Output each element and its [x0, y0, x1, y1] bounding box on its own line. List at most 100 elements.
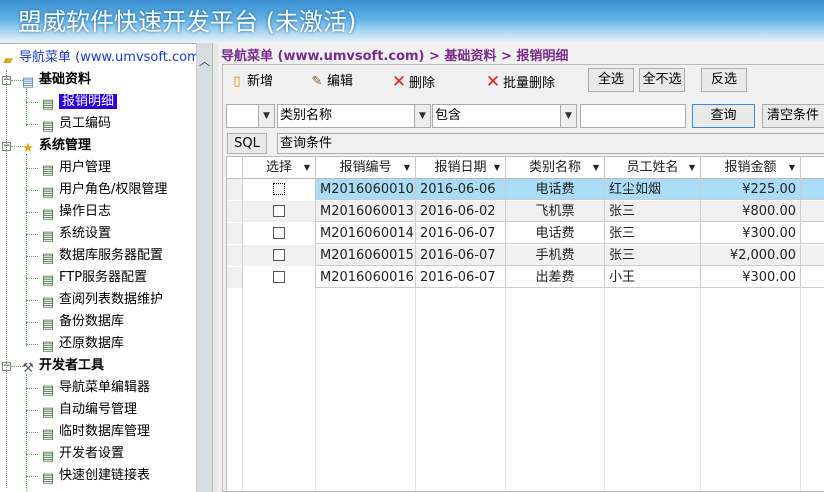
row-header[interactable] [227, 223, 243, 244]
tree-item[interactable]: ▤ 快速创建链接表 [40, 466, 150, 486]
add-label: 新增 [247, 74, 274, 89]
select-cell[interactable] [243, 179, 316, 200]
sql-button[interactable]: SQL [227, 133, 267, 154]
filter-dropdown-icon[interactable]: ▼ [404, 157, 410, 179]
column-header-label: 类别名称 [528, 160, 581, 175]
cell-category: 飞机票 [506, 201, 605, 222]
star-icon: ★ [22, 141, 34, 156]
query-condition-field[interactable]: 查询条件 [277, 133, 824, 154]
menu-item-icon: ▤ [41, 185, 55, 200]
column-header[interactable]: 报销编号 ▼ [316, 157, 416, 179]
filter-dropdown-icon[interactable]: ▼ [304, 157, 310, 179]
chevron-down-icon[interactable]: ▼ [560, 105, 576, 127]
column-header[interactable]: 报销金额 ▼ [701, 157, 801, 179]
new-doc-icon: ▯ [233, 74, 241, 89]
clear-conditions-button[interactable]: 清空条件 [762, 104, 824, 128]
filter-dropdown-icon[interactable]: ▼ [593, 157, 599, 179]
select-cell[interactable] [243, 245, 316, 266]
tree-item[interactable]: ▤ 自动编号管理 [40, 400, 137, 420]
cell-amount: ¥300.00 [701, 267, 801, 288]
row-header[interactable] [227, 201, 243, 222]
delete-x-icon: ✕ [485, 72, 501, 92]
table-row[interactable]: M2016060016 2016-06-07 出差费 小王 ¥300.00 [227, 267, 824, 288]
edit-button[interactable]: ✎ 编辑 [309, 71, 353, 93]
filter-dropdown-icon[interactable]: ▼ [689, 157, 695, 179]
column-header[interactable]: 类别名称 ▼ [506, 157, 605, 179]
tools-icon: ⚒ [22, 361, 34, 376]
add-button[interactable]: ▯ 新增 [229, 71, 273, 93]
column-header-label: 报销日期 [434, 160, 487, 175]
column-header[interactable]: 报销日期 ▼ [416, 157, 506, 179]
tree-item[interactable]: ▤ 还原数据库 [40, 334, 124, 354]
cell-category: 出差费 [506, 267, 605, 288]
tree-group[interactable]: ★ 系统管理 [20, 136, 91, 156]
filter-dropdown-icon[interactable]: ▼ [494, 157, 500, 179]
row-header[interactable] [227, 267, 243, 288]
row-checkbox[interactable] [273, 183, 285, 195]
menu-item-icon: ▤ [41, 207, 55, 222]
table-row[interactable]: M2016060010 2016-06-06 电话费 红尘如烟 ¥225.00 [227, 179, 824, 200]
table-row[interactable]: M2016060015 2016-06-07 手机费 张三 ¥2,000.00 [227, 245, 824, 266]
row-checkbox[interactable] [273, 249, 285, 261]
select-none-button[interactable]: 全不选 [639, 68, 685, 92]
column-header-label: 报销编号 [339, 160, 392, 175]
batch-delete-button[interactable]: ✕ 批量删除 [485, 71, 555, 93]
scroll-up-icon[interactable]: ︿ [199, 53, 210, 69]
tree-item[interactable]: ▤ 系统设置 [40, 224, 111, 244]
tree-item[interactable]: ▤ 导航菜单编辑器 [40, 378, 150, 398]
query-button[interactable]: 查询 [692, 104, 755, 128]
chevron-down-icon[interactable]: ▼ [414, 105, 430, 127]
tree-item-label: 用户管理 [59, 160, 112, 175]
logic-select[interactable]: ▼ [226, 104, 275, 128]
tree-item-label: 导航菜单编辑器 [59, 380, 151, 395]
tree-item-label: 临时数据库管理 [59, 424, 151, 439]
row-checkbox[interactable] [273, 205, 285, 217]
filter-dropdown-icon[interactable]: ▼ [789, 157, 795, 179]
menu-item-icon: ▤ [41, 471, 55, 486]
select-cell[interactable] [243, 267, 316, 288]
row-header[interactable] [227, 179, 243, 200]
tree-item[interactable]: ▤ 查阅列表数据维护 [40, 290, 163, 310]
group-label: 系统管理 [39, 138, 92, 153]
table-row[interactable]: M2016060013 2016-06-02 飞机票 张三 ¥800.00 [227, 201, 824, 222]
chevron-down-icon[interactable]: ▼ [258, 105, 274, 127]
tree-group[interactable]: ▤ 基础资料 [20, 70, 91, 90]
row-header[interactable] [227, 245, 243, 266]
tree-item[interactable]: ▤ 操作日志 [40, 202, 111, 222]
filter-value-input[interactable] [580, 104, 686, 128]
tree-group[interactable]: ⚒ 开发者工具 [20, 356, 104, 376]
breadcrumb: 导航菜单 (www.umvsoft.com) > 基础资料 > 报销明细 [221, 49, 569, 64]
nav-root[interactable]: ▰ 导航菜单 (www.umvsoft.com) [0, 48, 196, 68]
cell-amount: ¥225.00 [701, 179, 801, 200]
select-cell[interactable] [243, 201, 316, 222]
tree-item[interactable]: ▤ 用户管理 [40, 158, 111, 178]
tree-item-label: 开发者设置 [59, 446, 125, 461]
tree-item[interactable]: ▤ 用户角色/权限管理 [40, 180, 168, 200]
tree-item[interactable]: ▤ 备份数据库 [40, 312, 124, 332]
table-row[interactable]: M2016060014 2016-06-07 电话费 张三 ¥300.00 [227, 223, 824, 244]
menu-item-icon: ▤ [41, 383, 55, 398]
group-label: 开发者工具 [39, 358, 105, 373]
tree-item[interactable]: ▤ FTP服务器配置 [40, 268, 147, 288]
folder-icon: ▰ [3, 53, 13, 68]
invert-selection-button[interactable]: 反选 [701, 68, 747, 92]
delete-button[interactable]: ✕ 删除 [391, 71, 435, 93]
tree-item[interactable]: ▤ 临时数据库管理 [40, 422, 150, 442]
splitter[interactable] [212, 43, 218, 492]
cell-date: 2016-06-07 [416, 245, 506, 266]
field-select[interactable]: 类别名称 ▼ [277, 104, 431, 128]
select-cell[interactable] [243, 223, 316, 244]
grid-corner[interactable] [227, 157, 243, 179]
row-checkbox[interactable] [273, 271, 285, 283]
row-checkbox[interactable] [273, 227, 285, 239]
select-all-button[interactable]: 全选 [588, 68, 634, 92]
operator-select[interactable]: 包含 ▼ [432, 104, 577, 128]
tree-item[interactable]: ▤ 数据库服务器配置 [40, 246, 163, 266]
tree-item[interactable]: ▤ 员工编码 [40, 114, 111, 134]
tree-item[interactable]: ▤ 报销明细 [40, 92, 118, 112]
tree-item[interactable]: ▤ 开发者设置 [40, 444, 124, 464]
column-header-label: 选择 [265, 160, 292, 175]
column-header[interactable]: 选择 ▼ [243, 157, 316, 179]
column-header[interactable]: 员工姓名 ▼ [605, 157, 701, 179]
sidebar-scrollbar[interactable]: ︿ [196, 43, 212, 492]
